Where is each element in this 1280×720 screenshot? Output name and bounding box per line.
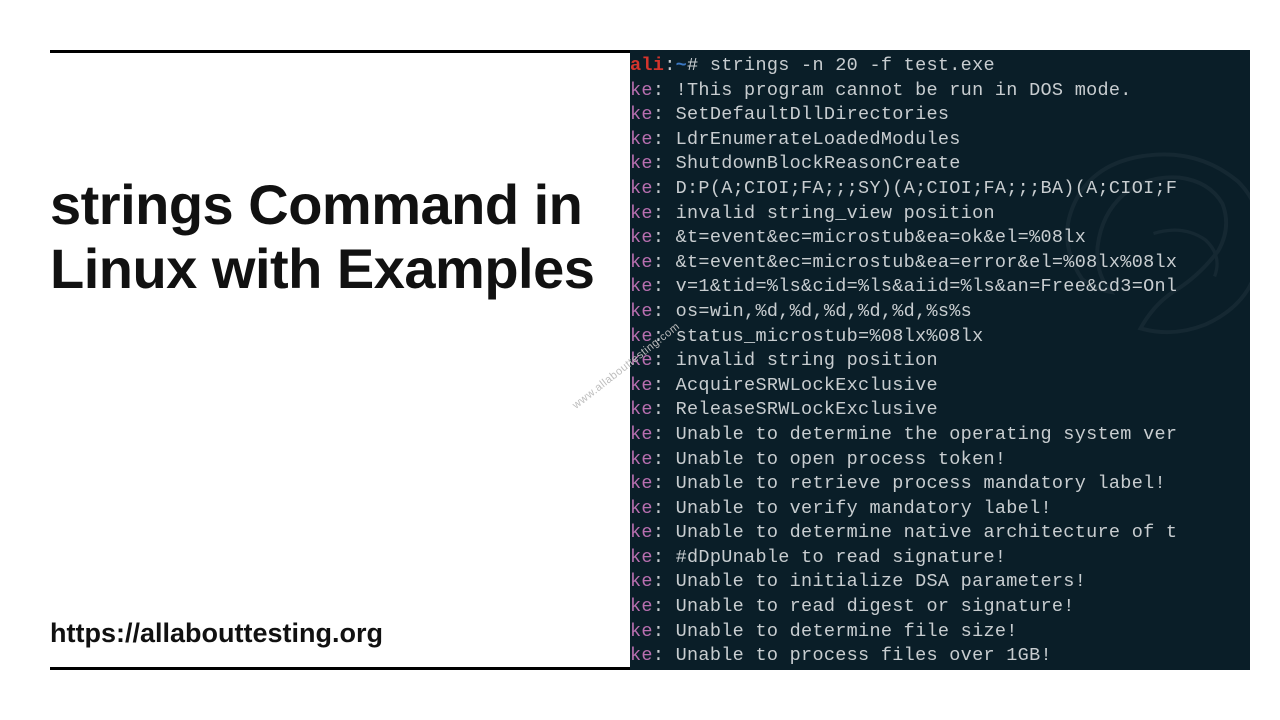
filename-prefix: ke: [630, 621, 653, 642]
filename-prefix: ke: [630, 129, 653, 150]
output-line: ke: #dDpUnable to read signature!: [630, 546, 1250, 571]
output-line: ke: Unable to verify mandatory label!: [630, 497, 1250, 522]
output-line: ke: status_microstub=%08lx%08lx: [630, 325, 1250, 350]
output-text: D:P(A;CIOI;FA;;;SY)(A;CIOI;FA;;;BA)(A;CI…: [676, 178, 1178, 199]
filename-prefix: ke: [630, 424, 653, 445]
output-line: ke: AcquireSRWLockExclusive: [630, 374, 1250, 399]
output-line: ke: Unable to determine file size!: [630, 620, 1250, 645]
output-text: status_microstub=%08lx%08lx: [676, 326, 984, 347]
filename-prefix: ke: [630, 547, 653, 568]
output-line: ke: &t=event&ec=microstub&ea=ok&el=%08lx: [630, 226, 1250, 251]
output-line: ke: Unable to read digest or signature!: [630, 595, 1250, 620]
output-text: Unable to determine the operating system…: [676, 424, 1178, 445]
left-panel: strings Command in Linux with Examples h…: [50, 50, 630, 670]
output-text: Unable to open process token!: [676, 449, 1007, 470]
command-line: ali:~# strings -n 20 -f test.exe: [630, 54, 1250, 79]
filename-prefix: ke: [630, 498, 653, 519]
output-line: ke: Unable to retrieve process mandatory…: [630, 472, 1250, 497]
output-text: Unable to verify mandatory label!: [676, 498, 1052, 519]
output-line: ke: Unable to process files over 1GB!: [630, 644, 1250, 669]
output-text: &t=event&ec=microstub&ea=ok&el=%08lx: [676, 227, 1086, 248]
output-text: v=1&tid=%ls&cid=%ls&aiid=%ls&an=Free&cd3…: [676, 276, 1178, 297]
output-line: ke: ReleaseSRWLockExclusive: [630, 398, 1250, 423]
output-line: ke: ShutdownBlockReasonCreate: [630, 152, 1250, 177]
output-text: #dDpUnable to read signature!: [676, 547, 1007, 568]
filename-prefix: ke: [630, 104, 653, 125]
filename-prefix: ke: [630, 80, 653, 101]
command-text: strings -n 20 -f test.exe: [710, 55, 995, 76]
filename-prefix: ke: [630, 399, 653, 420]
filename-prefix: ke: [630, 645, 653, 666]
filename-prefix: ke: [630, 571, 653, 592]
filename-prefix: ke: [630, 153, 653, 174]
page-container: strings Command in Linux with Examples h…: [0, 0, 1280, 720]
output-text: os=win,%d,%d,%d,%d,%d,%s%s: [676, 301, 972, 322]
output-text: Unable to retrieve process mandatory lab…: [676, 473, 1166, 494]
output-text: SetDefaultDllDirectories: [676, 104, 950, 125]
output-text: AcquireSRWLockExclusive: [676, 375, 938, 396]
site-url: https://allabouttesting.org: [50, 618, 610, 649]
output-text: Unable to process files over 1GB!: [676, 645, 1052, 666]
output-text: &t=event&ec=microstub&ea=error&el=%08lx%…: [676, 252, 1178, 273]
output-text: invalid string_view position: [676, 203, 995, 224]
hostname: ali: [630, 55, 664, 76]
terminal-output: ali:~# strings -n 20 -f test.exe ke: !Th…: [630, 54, 1250, 670]
filename-prefix: ke: [630, 522, 653, 543]
filename-prefix: ke: [630, 326, 653, 347]
output-line: ke: LdrEnumerateLoadedModules: [630, 128, 1250, 153]
output-text: invalid string position: [676, 350, 938, 371]
output-line: ke: invalid string position: [630, 349, 1250, 374]
output-line: ke: &t=event&ec=microstub&ea=error&el=%0…: [630, 251, 1250, 276]
filename-prefix: ke: [630, 473, 653, 494]
output-line: ke: Unable to open file mapping!: [630, 669, 1250, 670]
output-line: ke: invalid string_view position: [630, 202, 1250, 227]
terminal-panel: ali:~# strings -n 20 -f test.exe ke: !Th…: [630, 50, 1250, 670]
output-text: Unable to initialize DSA parameters!: [676, 571, 1086, 592]
output-line: ke: D:P(A;CIOI;FA;;;SY)(A;CIOI;FA;;;BA)(…: [630, 177, 1250, 202]
filename-prefix: ke: [630, 375, 653, 396]
page-title: strings Command in Linux with Examples: [50, 173, 610, 302]
filename-prefix: ke: [630, 203, 653, 224]
path-symbol: ~: [676, 55, 687, 76]
filename-prefix: ke: [630, 252, 653, 273]
filename-prefix: ke: [630, 301, 653, 322]
output-line: ke: Unable to open process token!: [630, 448, 1250, 473]
output-line: ke: Unable to determine the operating sy…: [630, 423, 1250, 448]
output-text: Unable to read digest or signature!: [676, 596, 1075, 617]
filename-prefix: ke: [630, 350, 653, 371]
output-text: ShutdownBlockReasonCreate: [676, 153, 961, 174]
output-line: ke: v=1&tid=%ls&cid=%ls&aiid=%ls&an=Free…: [630, 275, 1250, 300]
output-line: ke: !This program cannot be run in DOS m…: [630, 79, 1250, 104]
output-text: LdrEnumerateLoadedModules: [676, 129, 961, 150]
output-text: Unable to determine native architecture …: [676, 522, 1178, 543]
output-text: ReleaseSRWLockExclusive: [676, 399, 938, 420]
output-line: ke: SetDefaultDllDirectories: [630, 103, 1250, 128]
filename-prefix: ke: [630, 227, 653, 248]
filename-prefix: ke: [630, 449, 653, 470]
output-line: ke: Unable to determine native architect…: [630, 521, 1250, 546]
filename-prefix: ke: [630, 178, 653, 199]
output-line: ke: os=win,%d,%d,%d,%d,%d,%s%s: [630, 300, 1250, 325]
prompt-hash: #: [687, 55, 698, 76]
filename-prefix: ke: [630, 276, 653, 297]
filename-prefix: ke: [630, 596, 653, 617]
output-text: Unable to determine file size!: [676, 621, 1018, 642]
output-text: !This program cannot be run in DOS mode.: [676, 80, 1132, 101]
output-line: ke: Unable to initialize DSA parameters!: [630, 570, 1250, 595]
